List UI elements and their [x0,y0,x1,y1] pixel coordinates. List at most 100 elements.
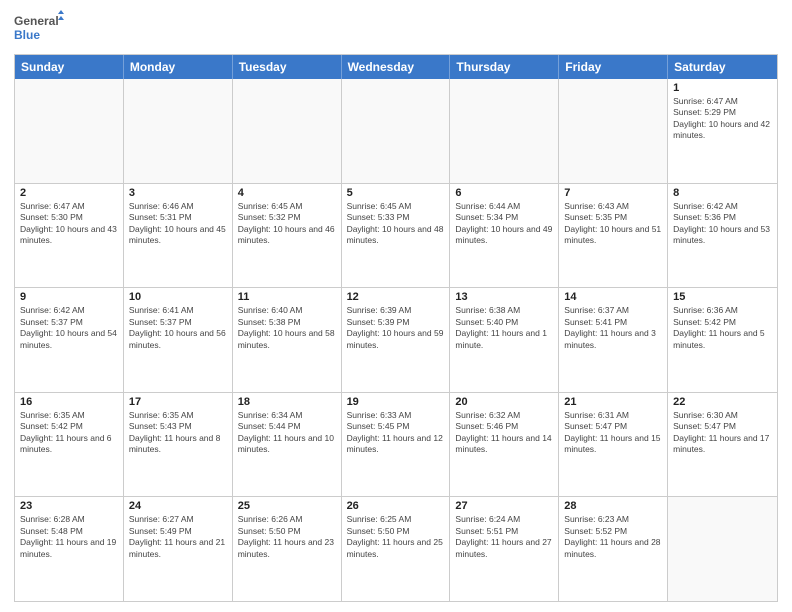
day-info: Sunrise: 6:26 AM Sunset: 5:50 PM Dayligh… [238,514,336,560]
cal-cell-r3-c5: 21 Sunrise: 6:31 AM Sunset: 5:47 PM Dayli… [559,393,668,497]
header-day-tuesday: Tuesday [233,55,342,79]
day-info: Sunrise: 6:25 AM Sunset: 5:50 PM Dayligh… [347,514,445,560]
day-number: 5 [347,187,445,199]
day-info: Sunrise: 6:28 AM Sunset: 5:48 PM Dayligh… [20,514,118,560]
day-number: 16 [20,396,118,408]
day-info: Sunrise: 6:45 AM Sunset: 5:32 PM Dayligh… [238,201,336,247]
day-number: 22 [673,396,772,408]
day-number: 25 [238,500,336,512]
cal-cell-r2-c1: 10 Sunrise: 6:41 AM Sunset: 5:37 PM Dayli… [124,288,233,392]
day-info: Sunrise: 6:44 AM Sunset: 5:34 PM Dayligh… [455,201,553,247]
day-info: Sunrise: 6:37 AM Sunset: 5:41 PM Dayligh… [564,305,662,351]
cal-cell-r0-c1 [124,79,233,183]
cal-cell-r3-c3: 19Sunrise: 6:33 AM Sunset: 5:45 PM Dayli… [342,393,451,497]
svg-text:Blue: Blue [14,28,40,42]
cal-cell-r4-c4: 27 Sunrise: 6:24 AM Sunset: 5:51 PM Dayli… [450,497,559,601]
day-info: Sunrise: 6:33 AM Sunset: 5:45 PM Dayligh… [347,410,445,456]
header-day-wednesday: Wednesday [342,55,451,79]
page-header: General Blue [14,10,778,48]
cal-cell-r2-c4: 13 Sunrise: 6:38 AM Sunset: 5:40 PM Dayli… [450,288,559,392]
cal-row-1: 2 Sunrise: 6:47 AM Sunset: 5:30 PM Daylig… [15,183,777,288]
day-number: 10 [129,291,227,303]
day-number: 15 [673,291,772,303]
cal-cell-r3-c0: 16Sunrise: 6:35 AM Sunset: 5:42 PM Dayli… [15,393,124,497]
day-info: Sunrise: 6:45 AM Sunset: 5:33 PM Dayligh… [347,201,445,247]
cal-cell-r3-c2: 18Sunrise: 6:34 AM Sunset: 5:44 PM Dayli… [233,393,342,497]
cal-cell-r4-c2: 25 Sunrise: 6:26 AM Sunset: 5:50 PM Dayli… [233,497,342,601]
day-info: Sunrise: 6:41 AM Sunset: 5:37 PM Dayligh… [129,305,227,351]
cal-cell-r1-c6: 8 Sunrise: 6:42 AM Sunset: 5:36 PM Daylig… [668,184,777,288]
day-number: 12 [347,291,445,303]
header-day-saturday: Saturday [668,55,777,79]
day-number: 2 [20,187,118,199]
header-day-thursday: Thursday [450,55,559,79]
day-number: 8 [673,187,772,199]
day-info: Sunrise: 6:36 AM Sunset: 5:42 PM Dayligh… [673,305,772,351]
day-number: 28 [564,500,662,512]
calendar-body: 1 Sunrise: 6:47 AM Sunset: 5:29 PM Daylig… [15,79,777,601]
calendar-header: SundayMondayTuesdayWednesdayThursdayFrid… [15,55,777,79]
day-info: Sunrise: 6:24 AM Sunset: 5:51 PM Dayligh… [455,514,553,560]
cal-cell-r4-c5: 28 Sunrise: 6:23 AM Sunset: 5:52 PM Dayli… [559,497,668,601]
cal-cell-r3-c6: 22 Sunrise: 6:30 AM Sunset: 5:47 PM Dayli… [668,393,777,497]
cal-cell-r2-c3: 12 Sunrise: 6:39 AM Sunset: 5:39 PM Dayli… [342,288,451,392]
day-number: 7 [564,187,662,199]
day-info: Sunrise: 6:27 AM Sunset: 5:49 PM Dayligh… [129,514,227,560]
header-day-monday: Monday [124,55,233,79]
day-number: 23 [20,500,118,512]
day-number: 17 [129,396,227,408]
day-info: Sunrise: 6:42 AM Sunset: 5:36 PM Dayligh… [673,201,772,247]
day-number: 9 [20,291,118,303]
svg-text:General: General [14,14,59,28]
day-number: 21 [564,396,662,408]
day-info: Sunrise: 6:23 AM Sunset: 5:52 PM Dayligh… [564,514,662,560]
cal-cell-r0-c3 [342,79,451,183]
day-number: 1 [673,82,772,94]
day-number: 27 [455,500,553,512]
day-info: Sunrise: 6:47 AM Sunset: 5:30 PM Dayligh… [20,201,118,247]
day-info: Sunrise: 6:46 AM Sunset: 5:31 PM Dayligh… [129,201,227,247]
cal-cell-r2-c5: 14 Sunrise: 6:37 AM Sunset: 5:41 PM Dayli… [559,288,668,392]
day-info: Sunrise: 6:38 AM Sunset: 5:40 PM Dayligh… [455,305,553,351]
day-info: Sunrise: 6:32 AM Sunset: 5:46 PM Dayligh… [455,410,553,456]
day-info: Sunrise: 6:39 AM Sunset: 5:39 PM Dayligh… [347,305,445,351]
cal-row-4: 23 Sunrise: 6:28 AM Sunset: 5:48 PM Dayli… [15,496,777,601]
header-day-sunday: Sunday [15,55,124,79]
cal-cell-r4-c3: 26Sunrise: 6:25 AM Sunset: 5:50 PM Dayli… [342,497,451,601]
cal-cell-r2-c6: 15 Sunrise: 6:36 AM Sunset: 5:42 PM Dayli… [668,288,777,392]
day-number: 6 [455,187,553,199]
day-info: Sunrise: 6:34 AM Sunset: 5:44 PM Dayligh… [238,410,336,456]
cal-cell-r2-c2: 11Sunrise: 6:40 AM Sunset: 5:38 PM Dayli… [233,288,342,392]
cal-cell-r4-c6 [668,497,777,601]
cal-cell-r1-c3: 5 Sunrise: 6:45 AM Sunset: 5:33 PM Daylig… [342,184,451,288]
day-number: 11 [238,291,336,303]
day-info: Sunrise: 6:42 AM Sunset: 5:37 PM Dayligh… [20,305,118,351]
cal-cell-r0-c0 [15,79,124,183]
cal-cell-r0-c2 [233,79,342,183]
day-number: 3 [129,187,227,199]
cal-cell-r4-c0: 23 Sunrise: 6:28 AM Sunset: 5:48 PM Dayli… [15,497,124,601]
day-info: Sunrise: 6:35 AM Sunset: 5:43 PM Dayligh… [129,410,227,456]
cal-cell-r1-c0: 2 Sunrise: 6:47 AM Sunset: 5:30 PM Daylig… [15,184,124,288]
day-info: Sunrise: 6:47 AM Sunset: 5:29 PM Dayligh… [673,96,772,142]
cal-cell-r1-c5: 7 Sunrise: 6:43 AM Sunset: 5:35 PM Daylig… [559,184,668,288]
day-number: 14 [564,291,662,303]
day-number: 20 [455,396,553,408]
header-day-friday: Friday [559,55,668,79]
day-number: 13 [455,291,553,303]
cal-cell-r0-c4 [450,79,559,183]
cal-cell-r0-c5 [559,79,668,183]
cal-cell-r0-c6: 1 Sunrise: 6:47 AM Sunset: 5:29 PM Daylig… [668,79,777,183]
cal-cell-r4-c1: 24 Sunrise: 6:27 AM Sunset: 5:49 PM Dayli… [124,497,233,601]
cal-cell-r1-c4: 6 Sunrise: 6:44 AM Sunset: 5:34 PM Daylig… [450,184,559,288]
day-number: 24 [129,500,227,512]
logo-svg: General Blue [14,10,64,48]
day-info: Sunrise: 6:31 AM Sunset: 5:47 PM Dayligh… [564,410,662,456]
cal-cell-r3-c1: 17 Sunrise: 6:35 AM Sunset: 5:43 PM Dayli… [124,393,233,497]
cal-cell-r2-c0: 9 Sunrise: 6:42 AM Sunset: 5:37 PM Daylig… [15,288,124,392]
day-info: Sunrise: 6:43 AM Sunset: 5:35 PM Dayligh… [564,201,662,247]
logo: General Blue [14,10,64,48]
day-info: Sunrise: 6:30 AM Sunset: 5:47 PM Dayligh… [673,410,772,456]
cal-cell-r3-c4: 20 Sunrise: 6:32 AM Sunset: 5:46 PM Dayli… [450,393,559,497]
calendar: SundayMondayTuesdayWednesdayThursdayFrid… [14,54,778,602]
